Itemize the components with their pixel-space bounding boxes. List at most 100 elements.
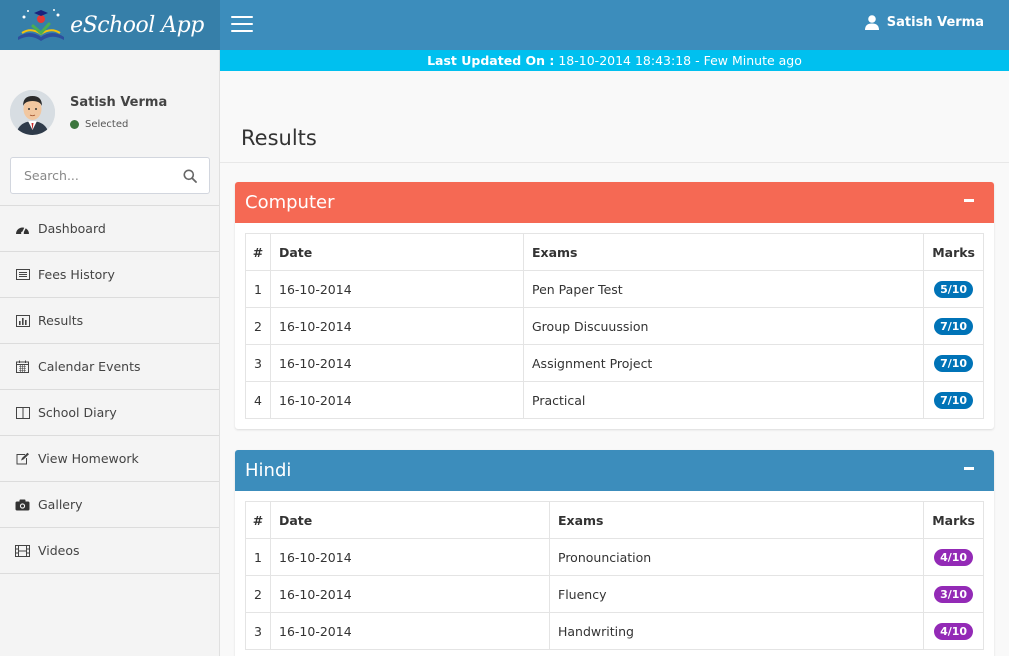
collapse-minus-icon[interactable] [964,199,974,202]
sidebar-user-name: Satish Verma [70,95,168,110]
user-menu-name: Satish Verma [886,15,984,30]
status-dot-icon [70,120,79,129]
avatar [10,90,55,135]
sidebar-item-view-homework[interactable]: View Homework [0,436,219,482]
sidebar-item-label: Results [38,313,84,328]
table-row: 3 16-10-2014 Handwriting 4/10 [245,612,984,650]
page-title: Results [241,126,317,150]
subject-box-body: # Date Exams Marks 1 16-10-2014 Pronounc… [235,491,994,656]
user-icon [864,15,879,30]
logo-graduate-icon [16,7,66,43]
row-date: 16-10-2014 [270,538,550,576]
marks-badge: 5/10 [934,280,974,298]
table-header-row: # Date Exams Marks [245,233,984,271]
row-date: 16-10-2014 [270,307,524,345]
subject-box-header: Computer [235,182,994,223]
sidebar-item-label: School Diary [38,405,117,420]
top-navbar: Satish Verma [220,0,1009,50]
row-date: 16-10-2014 [270,575,550,613]
row-number: 1 [245,538,271,576]
edit-icon [15,452,30,466]
row-number: 2 [245,307,271,345]
table-row: 2 16-10-2014 Group Discuussion 7/10 [245,307,984,345]
camera-icon [15,498,30,512]
row-date: 16-10-2014 [270,270,524,308]
col-header-exams: Exams [522,233,925,271]
sidebar-item-label: Videos [38,543,80,558]
table-header-row: # Date Exams Marks [245,501,984,539]
search-input[interactable] [11,158,171,193]
calendar-icon [15,360,30,374]
row-date: 16-10-2014 [270,381,524,419]
row-exam: Handwriting [548,612,925,650]
collapse-minus-icon[interactable] [964,467,974,470]
row-number: 4 [245,381,271,419]
col-header-date: Date [270,501,550,539]
subject-title: Computer [245,192,335,213]
table-row: 4 16-10-2014 Practical 7/10 [245,381,984,419]
marks-badge: 4/10 [934,548,974,566]
marks-badge: 7/10 [934,317,974,335]
last-updated-label: Last Updated On : [427,53,555,68]
marks-badge: 4/10 [934,622,974,640]
sidebar-menu: Dashboard Fees History Results Calendar … [0,205,219,574]
sidebar-item-label: Fees History [38,267,115,282]
main-content: Results Computer # Date Exams Marks 1 16… [220,71,1009,656]
book-icon [15,406,30,420]
sidebar-item-school-diary[interactable]: School Diary [0,390,219,436]
row-number: 1 [245,270,271,308]
sidebar-item-dashboard[interactable]: Dashboard [0,206,219,252]
dashboard-icon [15,222,30,236]
table-row: 1 16-10-2014 Pen Paper Test 5/10 [245,270,984,308]
sidebar-item-fees-history[interactable]: Fees History [0,252,219,298]
sidebar-item-gallery[interactable]: Gallery [0,482,219,528]
title-divider [220,162,1009,163]
subject-box-computer: Computer # Date Exams Marks 1 16-10-2014 [235,182,994,429]
row-number: 3 [245,344,271,382]
col-header-number: # [245,233,271,271]
row-number: 3 [245,612,271,650]
sidebar-item-label: View Homework [38,451,139,466]
list-icon [15,268,30,282]
sidebar-item-label: Dashboard [38,221,106,236]
bar-chart-icon [15,314,30,328]
col-header-number: # [245,501,271,539]
col-header-exams: Exams [548,501,925,539]
col-header-date: Date [270,233,524,271]
row-exam: Pronounciation [548,538,925,576]
subject-box-header: Hindi [235,450,994,491]
row-exam: Group Discuussion [522,307,925,345]
sidebar: Satish Verma Selected Dashboard Fees His… [0,50,220,656]
row-exam: Fluency [548,575,925,613]
marks-badge: 7/10 [934,354,974,372]
app-logo[interactable]: eSchool App [0,0,220,50]
subject-box-body: # Date Exams Marks 1 16-10-2014 Pen Pape… [235,223,994,429]
subject-box-hindi: Hindi # Date Exams Marks 1 16-10-2014 Pr… [235,450,994,656]
col-header-marks: Marks [923,501,984,539]
table-row: 1 16-10-2014 Pronounciation 4/10 [245,538,984,576]
search-icon[interactable] [183,169,197,183]
sidebar-item-calendar-events[interactable]: Calendar Events [0,344,219,390]
row-date: 16-10-2014 [270,612,550,650]
sidebar-item-label: Gallery [38,497,83,512]
marks-badge: 7/10 [934,391,974,409]
row-exam: Practical [522,381,925,419]
sidebar-toggle-icon[interactable] [231,16,253,34]
user-panel: Satish Verma Selected [10,90,210,138]
sidebar-item-videos[interactable]: Videos [0,528,219,574]
last-updated-value: 18-10-2014 18:43:18 - Few Minute ago [558,53,802,68]
user-menu[interactable]: Satish Verma [864,15,984,30]
user-status: Selected [70,119,128,130]
marks-badge: 3/10 [934,585,974,603]
results-table: # Date Exams Marks 1 16-10-2014 Pronounc… [245,501,984,650]
subject-title: Hindi [245,460,292,481]
film-icon [15,544,30,558]
table-row: 2 16-10-2014 Fluency 3/10 [245,575,984,613]
row-exam: Pen Paper Test [522,270,925,308]
sidebar-item-label: Calendar Events [38,359,141,374]
user-status-text: Selected [85,119,129,130]
sidebar-item-results[interactable]: Results [0,298,219,344]
col-header-marks: Marks [923,233,984,271]
last-updated-bar: Last Updated On : 18-10-2014 18:43:18 - … [220,50,1009,71]
results-table: # Date Exams Marks 1 16-10-2014 Pen Pape… [245,233,984,419]
